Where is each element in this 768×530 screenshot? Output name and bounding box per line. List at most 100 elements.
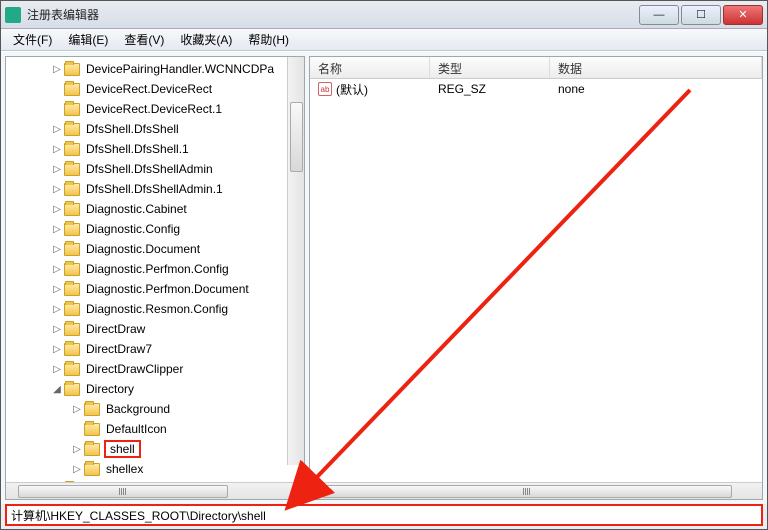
tree-scroll-thumb[interactable] <box>290 102 303 172</box>
tree-node-label: DirectDraw7 <box>84 342 154 356</box>
tree-node[interactable]: ▷DfsShell.DfsShellAdmin <box>10 159 304 179</box>
values-list[interactable]: ab(默认)REG_SZnone <box>310 79 762 482</box>
list-hscroll-thumb[interactable] <box>322 485 732 498</box>
expander-icon[interactable]: ▷ <box>50 164 64 175</box>
tree-node[interactable]: ▷ Diagnostic.Cabinet <box>10 199 304 219</box>
value-data: none <box>550 82 762 96</box>
string-value-icon: ab <box>318 82 332 96</box>
registry-tree[interactable]: ▷ DevicePairingHandler.WCNNCDPa DeviceRect… <box>6 57 304 482</box>
tree-node[interactable]: ▷ shellex <box>10 459 304 479</box>
tree-node[interactable]: ▷ Diagnostic.Resmon.Config <box>10 299 304 319</box>
list-header: 名称 类型 数据 <box>310 57 762 79</box>
tree-horizontal-scrollbar[interactable] <box>6 482 304 499</box>
folder-icon <box>64 63 80 76</box>
folder-icon <box>64 243 80 256</box>
tree-node-label: DfsShell.DfsShell <box>84 122 181 136</box>
folder-icon <box>64 83 80 96</box>
tree-node[interactable]: ▷ DfsShell.DfsShellAdmin.1 <box>10 179 304 199</box>
tree-vertical-scrollbar[interactable] <box>287 57 304 465</box>
tree-node[interactable]: ▷ Diagnostic.Perfmon.Document <box>10 279 304 299</box>
tree-node[interactable]: DefaultIcon <box>10 419 304 439</box>
window-title: 注册表编辑器 <box>27 6 637 23</box>
expander-icon[interactable]: ▷ <box>70 464 84 475</box>
folder-icon <box>64 223 80 236</box>
folder-icon <box>64 103 80 116</box>
menu-edit[interactable]: 编辑(E) <box>60 29 116 50</box>
tree-node-label: Diagnostic.Config <box>84 222 182 236</box>
minimize-button[interactable]: — <box>639 5 679 25</box>
regedit-window: 注册表编辑器 — ☐ ✕ 文件(F) 编辑(E) 查看(V) 收藏夹(A) 帮助… <box>0 0 768 530</box>
tree-node-label: DfsShell.DfsShell.1 <box>84 142 191 156</box>
tree-node[interactable]: ▷ shell <box>10 439 304 459</box>
expander-icon[interactable]: ▷ <box>50 204 64 215</box>
tree-node-label: DfsShell.DfsShellAdmin.1 <box>84 182 225 196</box>
expander-icon[interactable]: ▷ <box>50 144 64 155</box>
folder-icon <box>64 363 80 376</box>
tree-node[interactable]: ▷Background <box>10 399 304 419</box>
expander-icon[interactable]: ▷ <box>50 124 64 135</box>
tree-node[interactable]: ▷ Diagnostic.Config <box>10 219 304 239</box>
maximize-button[interactable]: ☐ <box>681 5 721 25</box>
tree-node-label: Diagnostic.Resmon.Config <box>84 302 230 316</box>
tree-node-label: Diagnostic.Cabinet <box>84 202 189 216</box>
close-button[interactable]: ✕ <box>723 5 763 25</box>
col-name[interactable]: 名称 <box>310 57 430 78</box>
tree-node-label: DevicePairingHandler.WCNNCDPa <box>84 62 276 76</box>
tree-node[interactable]: ▷ DfsShell.DfsShell <box>10 119 304 139</box>
expander-icon[interactable]: ▷ <box>50 64 64 75</box>
folder-icon <box>84 403 100 416</box>
tree-node[interactable]: ▷ DfsShell.DfsShell.1 <box>10 139 304 159</box>
tree-node-label: shell <box>104 440 141 458</box>
tree-node[interactable]: ▷ DirectDraw <box>10 319 304 339</box>
expander-icon[interactable]: ▷ <box>50 364 64 375</box>
tree-node-label: Diagnostic.Document <box>84 242 202 256</box>
col-type[interactable]: 类型 <box>430 57 550 78</box>
tree-panel: ▷ DevicePairingHandler.WCNNCDPa DeviceRect… <box>5 56 305 500</box>
expander-icon[interactable]: ▷ <box>50 244 64 255</box>
tree-node[interactable]: ◢Directory <box>10 379 304 399</box>
expander-icon[interactable]: ▷ <box>70 444 84 455</box>
list-horizontal-scrollbar[interactable] <box>310 482 762 499</box>
status-bar: 计算机\HKEY_CLASSES_ROOT\Directory\shell <box>5 504 763 526</box>
menu-help[interactable]: 帮助(H) <box>240 29 297 50</box>
folder-icon <box>84 443 100 456</box>
folder-icon <box>64 143 80 156</box>
tree-node[interactable]: ▷ Diagnostic.Document <box>10 239 304 259</box>
tree-node[interactable]: DeviceRect.DeviceRect.1 <box>10 99 304 119</box>
value-name: (默认) <box>336 81 368 98</box>
menu-file[interactable]: 文件(F) <box>5 29 60 50</box>
folder-icon <box>64 283 80 296</box>
tree-node[interactable]: ▷Diagnostic.Perfmon.Config <box>10 259 304 279</box>
expander-icon[interactable]: ◢ <box>50 384 64 395</box>
tree-node[interactable]: ▷ DirectDrawClipper <box>10 359 304 379</box>
expander-icon[interactable]: ▷ <box>50 184 64 195</box>
tree-node-label: DeviceRect.DeviceRect.1 <box>84 102 224 116</box>
tree-node-label: DirectDraw <box>84 322 147 336</box>
client-area: ▷ DevicePairingHandler.WCNNCDPa DeviceRect… <box>1 51 767 504</box>
menu-favorites[interactable]: 收藏夹(A) <box>172 29 240 50</box>
expander-icon[interactable]: ▷ <box>50 224 64 235</box>
status-path: 计算机\HKEY_CLASSES_ROOT\Directory\shell <box>11 507 266 524</box>
tree-node-label: DirectDrawClipper <box>84 362 185 376</box>
tree-hscroll-thumb[interactable] <box>18 485 228 498</box>
value-row[interactable]: ab(默认)REG_SZnone <box>310 79 762 99</box>
tree-node[interactable]: ▷ DevicePairingHandler.WCNNCDPa <box>10 59 304 79</box>
tree-node-label: shellex <box>104 462 145 476</box>
menu-view[interactable]: 查看(V) <box>116 29 172 50</box>
tree-node[interactable]: ▷ DirectDraw7 <box>10 339 304 359</box>
col-data[interactable]: 数据 <box>550 57 762 78</box>
folder-icon <box>64 123 80 136</box>
expander-icon[interactable]: ▷ <box>50 264 64 275</box>
tree-node[interactable]: DeviceRect.DeviceRect <box>10 79 304 99</box>
folder-icon <box>64 163 80 176</box>
tree-node-label: Diagnostic.Perfmon.Document <box>84 282 251 296</box>
title-bar[interactable]: 注册表编辑器 — ☐ ✕ <box>1 1 767 29</box>
expander-icon[interactable]: ▷ <box>50 324 64 335</box>
expander-icon[interactable]: ▷ <box>70 404 84 415</box>
values-panel: 名称 类型 数据 ab(默认)REG_SZnone <box>309 56 763 500</box>
folder-icon <box>64 323 80 336</box>
expander-icon[interactable]: ▷ <box>50 344 64 355</box>
folder-icon <box>64 183 80 196</box>
expander-icon[interactable]: ▷ <box>50 284 64 295</box>
expander-icon[interactable]: ▷ <box>50 304 64 315</box>
